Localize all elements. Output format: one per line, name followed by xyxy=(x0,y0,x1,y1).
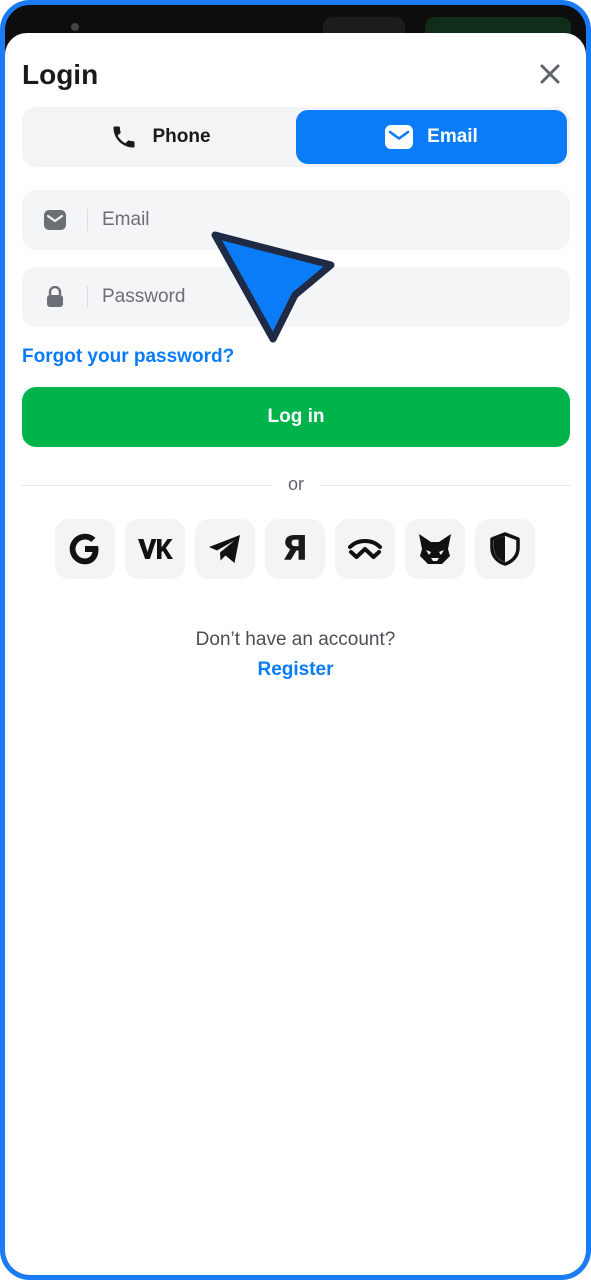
device-frame: Login Phone Email Email Forgot your pass… xyxy=(0,0,591,1280)
metamask-login-button[interactable] xyxy=(405,519,465,579)
envelope-icon xyxy=(385,125,414,149)
yandex-login-button[interactable]: Я xyxy=(265,519,325,579)
walletconnect-icon xyxy=(348,539,382,559)
telegram-icon xyxy=(209,535,240,563)
email-input[interactable] xyxy=(88,190,570,250)
or-divider: or xyxy=(22,474,570,496)
camera-dot xyxy=(71,23,79,31)
lock-icon xyxy=(47,286,63,307)
social-login-row: Я xyxy=(55,519,535,579)
shield-icon xyxy=(490,532,520,566)
envelope-icon xyxy=(44,210,66,230)
vk-icon xyxy=(138,539,173,559)
close-button[interactable] xyxy=(535,59,565,89)
dialog-title: Login xyxy=(22,59,99,90)
walletconnect-login-button[interactable] xyxy=(335,519,395,579)
tab-email[interactable]: Email xyxy=(296,110,567,164)
password-input[interactable] xyxy=(88,267,570,327)
tab-phone-label: Phone xyxy=(152,126,211,147)
password-field-container xyxy=(22,267,570,327)
register-link[interactable]: Register xyxy=(257,659,333,680)
no-account-text: Don’t have an account? xyxy=(195,629,396,650)
tab-email-label: Email xyxy=(427,126,478,147)
metamask-fox-icon xyxy=(419,534,451,564)
shield-login-button[interactable] xyxy=(475,519,535,579)
login-sheet: Login Phone Email Email Forgot your pass… xyxy=(5,33,586,1275)
yandex-icon: Я xyxy=(281,529,309,569)
google-icon xyxy=(69,533,99,565)
email-field-container xyxy=(22,190,570,250)
divider-label: or xyxy=(287,474,304,494)
register-link-wrap: Register xyxy=(5,659,586,681)
phone-icon xyxy=(113,126,135,148)
google-login-button[interactable] xyxy=(55,519,115,579)
login-method-toggle: Phone Email xyxy=(22,107,570,167)
telegram-login-button[interactable] xyxy=(195,519,255,579)
forgot-password-link[interactable]: Forgot your password? xyxy=(22,346,234,368)
login-button[interactable]: Log in xyxy=(22,387,570,447)
email-field-icon-wrap xyxy=(22,190,88,250)
password-field-icon-wrap xyxy=(22,267,88,327)
tab-phone[interactable]: Phone xyxy=(25,110,296,164)
vk-login-button[interactable] xyxy=(125,519,185,579)
close-icon xyxy=(540,64,560,84)
